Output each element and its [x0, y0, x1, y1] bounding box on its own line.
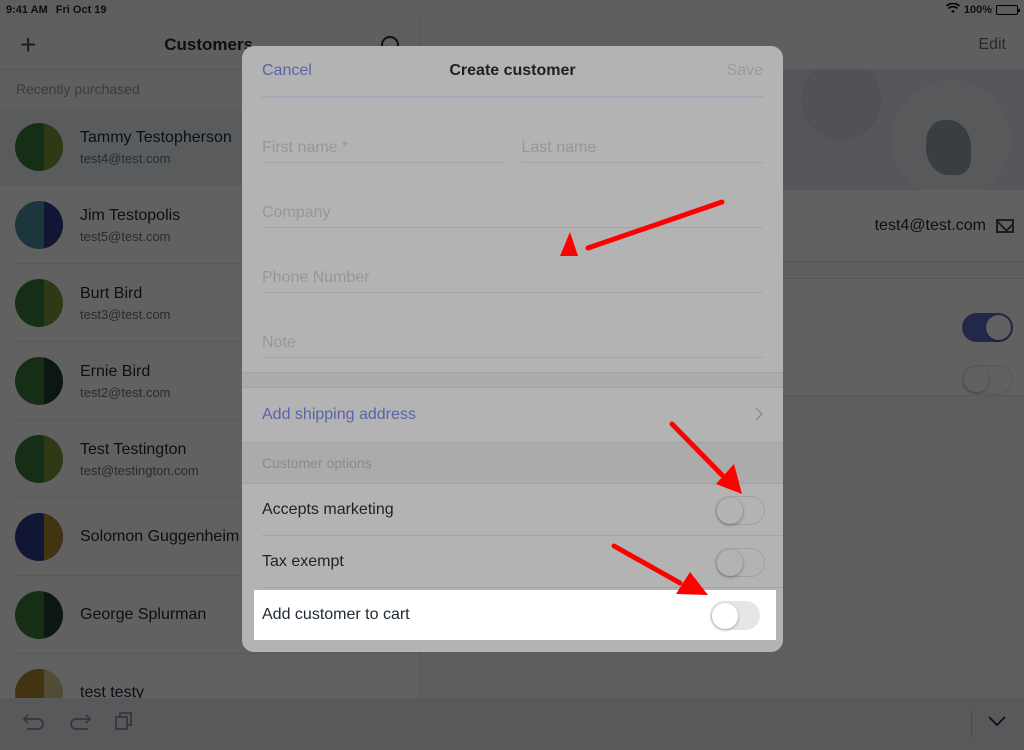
tax-exempt-toggle[interactable] — [715, 547, 765, 577]
create-customer-modal: Cancel Create customer Save Add shipping… — [242, 46, 783, 652]
option-add-customer-to-cart: Add customer to cart — [254, 590, 776, 640]
accepts-marketing-toggle[interactable] — [715, 495, 765, 525]
option-label: Accepts marketing — [262, 501, 394, 518]
company-field — [262, 163, 763, 228]
save-button[interactable]: Save — [727, 62, 763, 80]
first-name-field — [262, 98, 504, 163]
name-row — [242, 98, 783, 163]
customer-options-header: Customer options — [242, 442, 783, 484]
phone-field — [262, 228, 763, 293]
last-name-input[interactable] — [521, 139, 763, 157]
section-divider — [242, 372, 783, 388]
note-field — [262, 293, 763, 358]
company-input[interactable] — [262, 204, 763, 222]
first-name-input[interactable] — [262, 139, 504, 157]
add-shipping-address-link[interactable]: Add shipping address — [262, 406, 416, 424]
cancel-button[interactable]: Cancel — [262, 62, 312, 80]
note-input[interactable] — [262, 334, 763, 352]
chevron-right-icon — [755, 405, 764, 426]
add-shipping-address-row[interactable]: Add shipping address — [242, 388, 783, 442]
phone-input[interactable] — [262, 269, 763, 287]
option-tax-exempt: Tax exempt — [242, 536, 783, 588]
modal-header: Cancel Create customer Save — [242, 46, 783, 96]
option-accepts-marketing: Accepts marketing — [242, 484, 783, 536]
add-customer-to-cart-toggle[interactable] — [710, 600, 760, 630]
option-label: Tax exempt — [262, 553, 344, 570]
last-name-field — [521, 98, 763, 163]
option-label: Add customer to cart — [262, 606, 410, 623]
modal-title: Create customer — [449, 62, 576, 79]
